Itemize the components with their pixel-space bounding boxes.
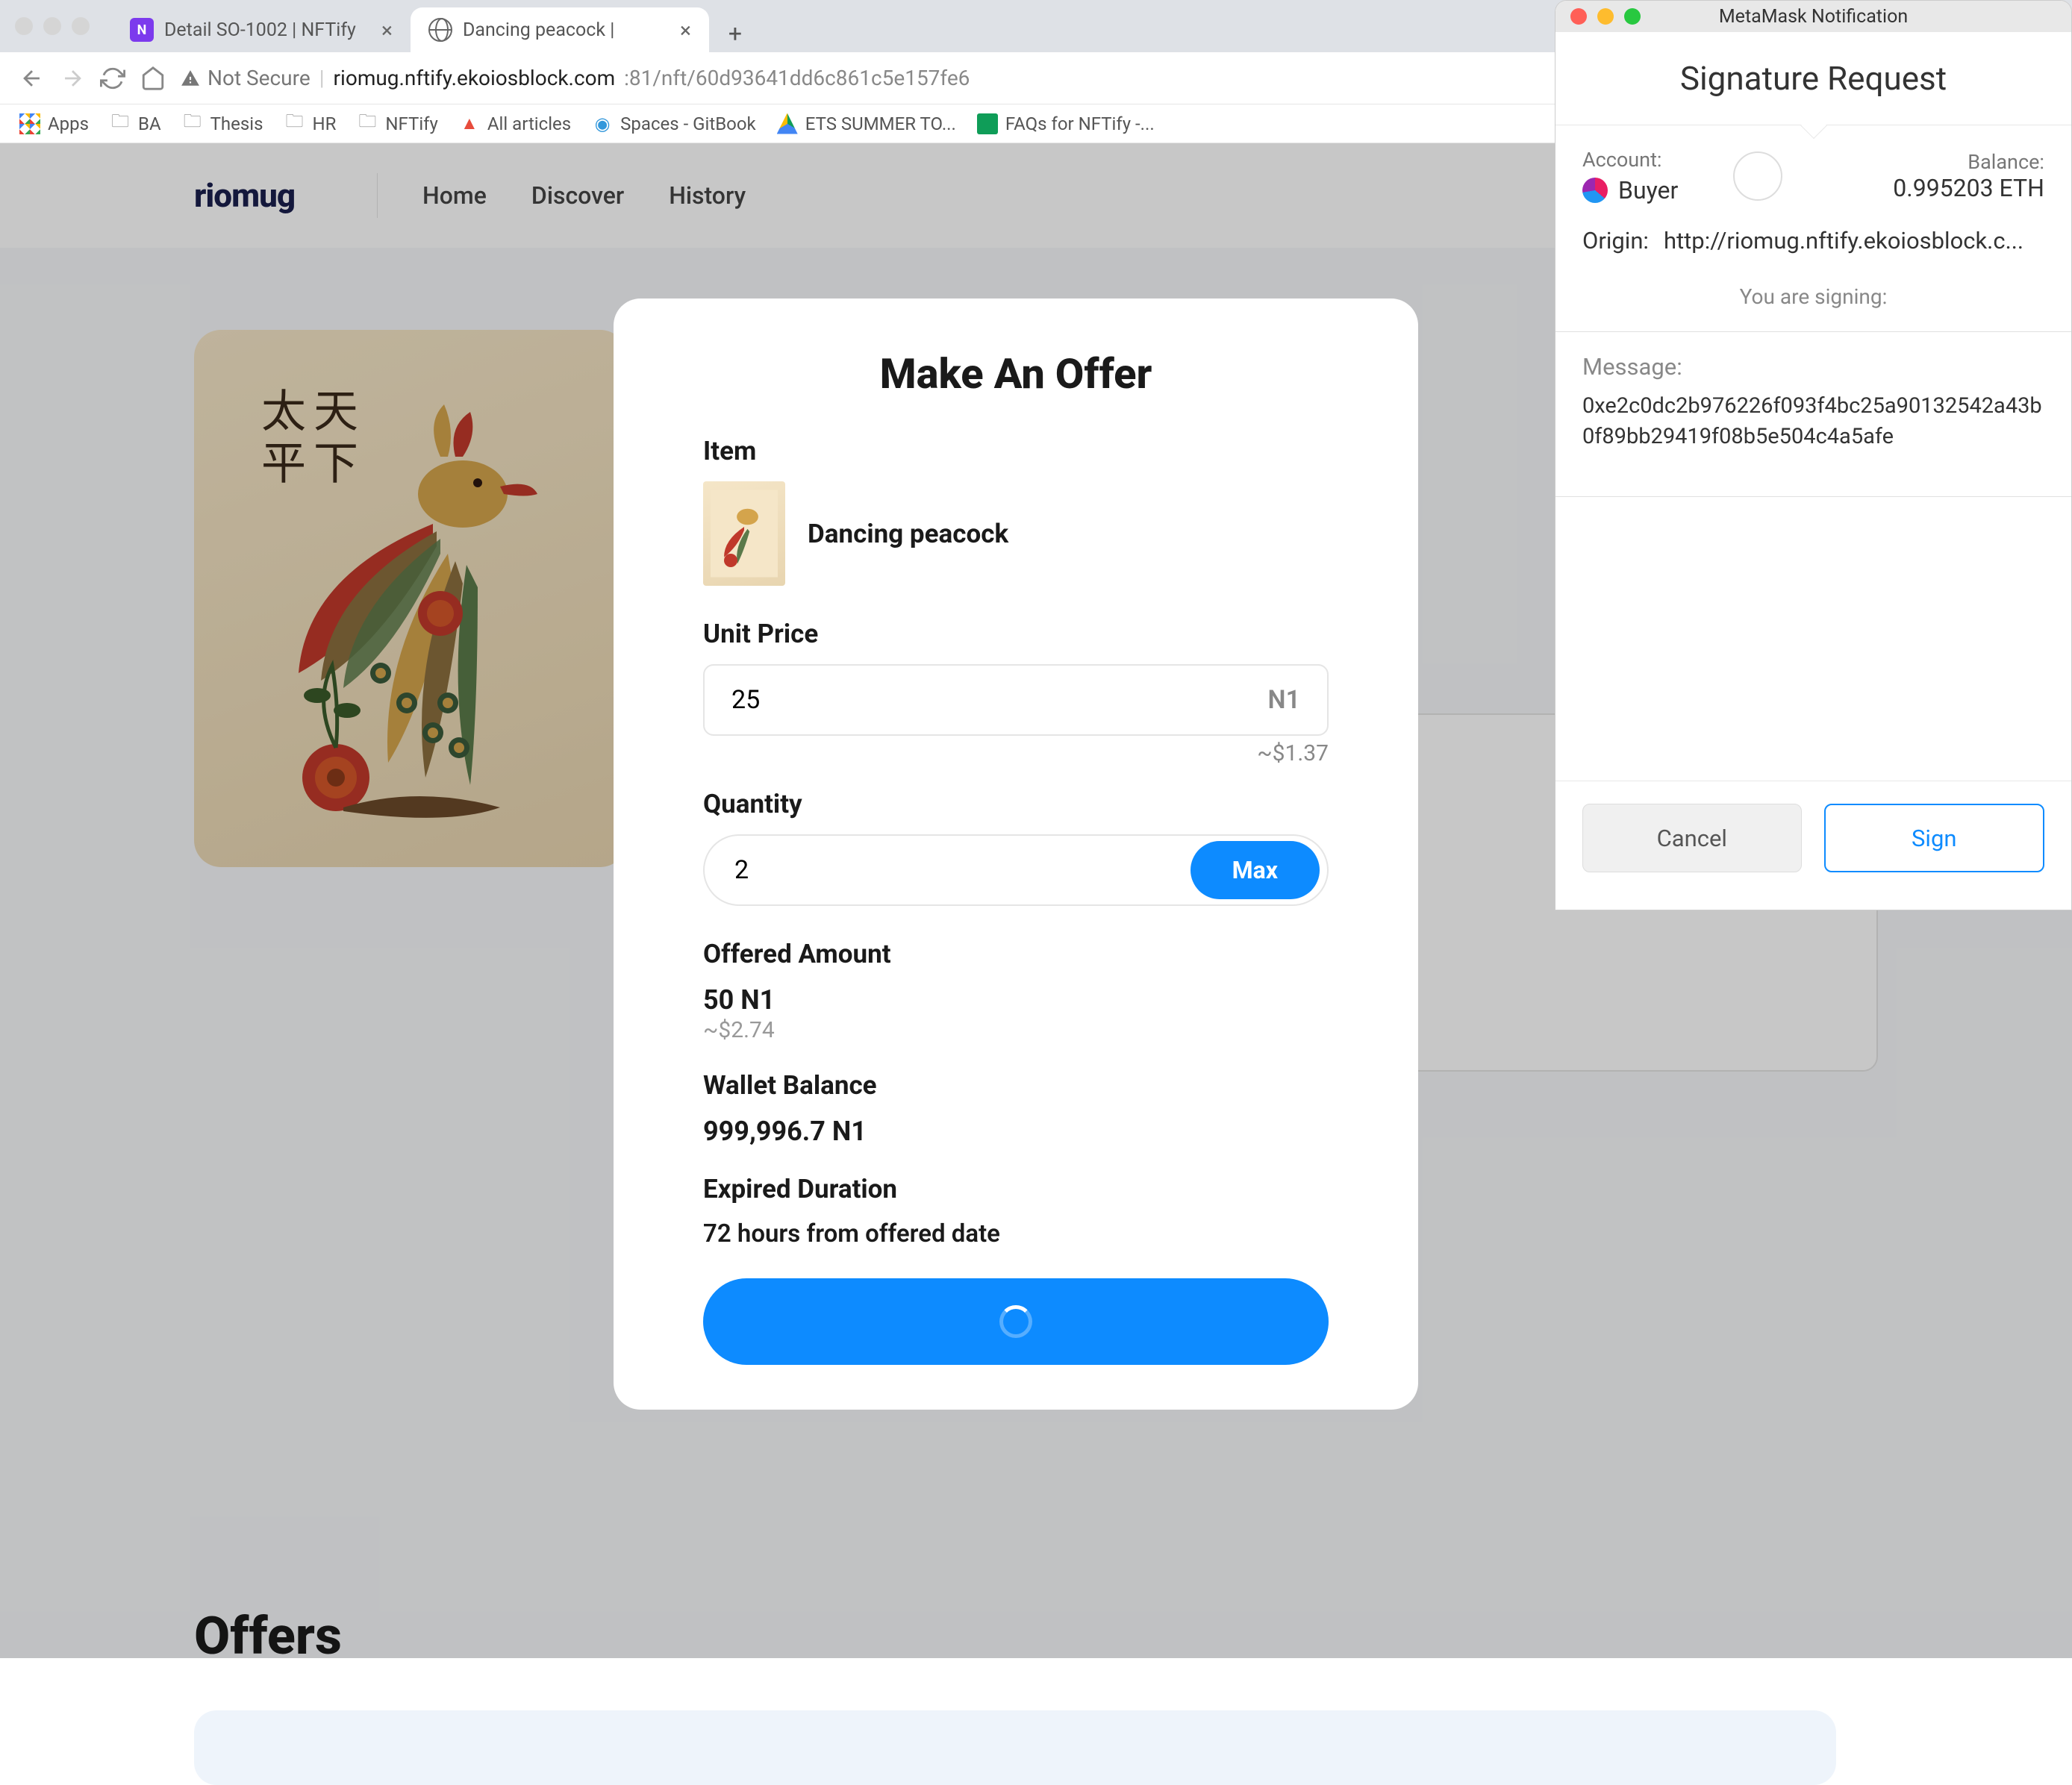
maximize-window-icon[interactable]	[72, 17, 90, 35]
metamask-window-title: MetaMask Notification	[1719, 6, 1908, 28]
loading-spinner-icon	[999, 1305, 1032, 1338]
quantity-label: Quantity	[703, 789, 1329, 819]
wallet-balance-label: Wallet Balance	[703, 1070, 1329, 1101]
offered-amount-estimate: ~$2.74	[703, 1017, 1329, 1043]
unit-price-estimate: ~$1.37	[703, 740, 1329, 766]
message-label: Message:	[1582, 353, 2044, 381]
ets-bookmark[interactable]: ETS SUMMER TO...	[777, 113, 956, 134]
wallet-balance-value: 999,996.7 N1	[703, 1116, 1329, 1147]
cloud-icon: ◉	[592, 113, 613, 134]
modal-title: Make An Offer	[703, 349, 1329, 398]
unit-price-value: 25	[731, 685, 760, 715]
folder-icon: 🗀	[182, 113, 203, 134]
close-tab-icon[interactable]: ×	[680, 18, 691, 43]
minimize-window-icon[interactable]	[43, 17, 61, 35]
origin-row: Origin: http://riomug.nftify.ekoiosblock…	[1555, 219, 2071, 284]
expired-duration-value: 72 hours from offered date	[703, 1219, 1329, 1248]
close-window-icon[interactable]	[1570, 8, 1587, 25]
new-tab-button[interactable]: +	[717, 15, 754, 52]
faqs-bookmark[interactable]: FAQs for NFTify -...	[977, 113, 1155, 134]
spaces-bookmark[interactable]: ◉Spaces - GitBook	[592, 113, 756, 134]
maximize-window-icon[interactable]	[1624, 8, 1641, 25]
unit-price-currency: N1	[1268, 685, 1300, 715]
apps-icon	[19, 113, 40, 134]
offered-amount-value: 50 N1	[703, 984, 1329, 1016]
submit-offer-button[interactable]	[703, 1278, 1329, 1365]
tab-title: Dancing peacock |	[463, 19, 614, 41]
gdrive-icon	[777, 113, 798, 134]
back-button[interactable]	[19, 66, 45, 91]
make-offer-modal: Make An Offer Item Dancing peacock Unit …	[614, 298, 1418, 1410]
item-name: Dancing peacock	[808, 519, 1008, 549]
not-secure-label: Not Secure	[207, 66, 311, 90]
forward-button[interactable]	[60, 66, 85, 91]
url-path: :81/nft/60d93641dd6c861c5e157fe6	[624, 66, 970, 90]
origin-label: Origin:	[1582, 227, 1649, 254]
unit-price-label: Unit Price	[703, 619, 1329, 649]
account-label: Account:	[1582, 148, 1678, 172]
unit-price-input[interactable]: 25 N1	[703, 664, 1329, 736]
cancel-button[interactable]: Cancel	[1582, 804, 1802, 872]
reload-button[interactable]	[100, 66, 125, 91]
origin-value: http://riomug.nftify.ekoiosblock.c...	[1664, 227, 2023, 254]
window-controls	[15, 17, 90, 35]
tab-dancing-peacock[interactable]: Dancing peacock | ×	[411, 7, 709, 52]
nftify-favicon-icon: N	[130, 18, 154, 42]
offered-amount-label: Offered Amount	[703, 939, 1329, 969]
message-box: Message: 0xe2c0dc2b976226f093f4bc25a9013…	[1555, 331, 2071, 497]
account-name: Buyer	[1582, 176, 1678, 204]
gsheet-icon	[977, 113, 998, 134]
security-indicator[interactable]: Not Secure	[181, 66, 311, 90]
ba-bookmark[interactable]: 🗀BA	[110, 113, 161, 134]
articles-bookmark[interactable]: ▲All articles	[459, 113, 571, 134]
item-label: Item	[703, 436, 1329, 466]
tab-title: Detail SO-1002 | NFTify	[164, 19, 356, 41]
thesis-bookmark[interactable]: 🗀Thesis	[182, 113, 263, 134]
hr-bookmark[interactable]: 🗀HR	[284, 113, 336, 134]
quantity-value: 2	[734, 855, 749, 885]
globe-favicon-icon	[428, 18, 452, 42]
close-tab-icon[interactable]: ×	[381, 18, 393, 43]
max-button[interactable]: Max	[1191, 841, 1320, 899]
metamask-popup: MetaMask Notification Signature Request …	[1555, 0, 2072, 910]
triangle-icon: ▲	[459, 113, 480, 134]
metamask-account-row: Account: Buyer Balance: 0.995203 ETH	[1555, 125, 2071, 219]
item-row: Dancing peacock	[703, 481, 1329, 586]
item-thumbnail	[703, 481, 785, 586]
nftify-bookmark[interactable]: 🗀NFTify	[357, 113, 437, 134]
balance-value: 0.995203 ETH	[1893, 174, 2044, 202]
quantity-input[interactable]: 2 Max	[703, 834, 1329, 906]
apps-bookmark[interactable]: Apps	[19, 113, 89, 134]
message-value: 0xe2c0dc2b976226f093f4bc25a90132542a43b0…	[1582, 391, 2044, 451]
home-button[interactable]	[140, 66, 166, 91]
balance-label: Balance:	[1893, 150, 2044, 174]
metamask-header: Signature Request	[1555, 32, 2071, 125]
url-host: riomug.nftify.ekoiosblock.com	[334, 66, 616, 90]
folder-icon: 🗀	[110, 113, 131, 134]
signing-label: You are signing:	[1555, 284, 2071, 331]
metamask-titlebar: MetaMask Notification	[1555, 1, 2071, 32]
sign-button[interactable]: Sign	[1824, 804, 2045, 872]
minimize-window-icon[interactable]	[1597, 8, 1614, 25]
folder-icon: 🗀	[284, 113, 305, 134]
tab-nftify[interactable]: N Detail SO-1002 | NFTify ×	[112, 7, 411, 52]
arrow-circle-icon	[1733, 151, 1782, 201]
offers-panel	[194, 1710, 1836, 1785]
expired-duration-label: Expired Duration	[703, 1174, 1329, 1204]
metamask-actions: Cancel Sign	[1555, 781, 2071, 910]
warning-icon	[181, 69, 200, 88]
folder-icon: 🗀	[357, 113, 378, 134]
account-avatar-icon	[1582, 178, 1608, 203]
close-window-icon[interactable]	[15, 17, 33, 35]
